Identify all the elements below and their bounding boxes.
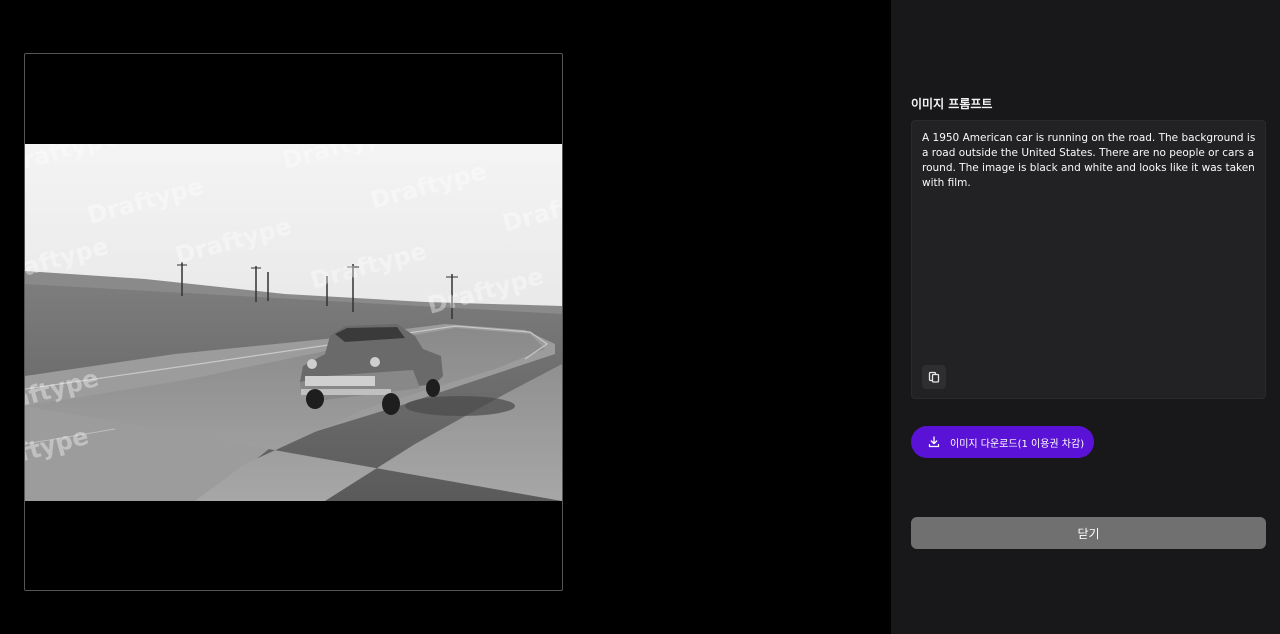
download-icon — [928, 433, 940, 452]
close-button[interactable]: 닫기 — [911, 517, 1266, 549]
generated-image: Draftype Draftype Draftype Draftype Draf… — [25, 144, 562, 501]
prompt-title: 이미지 프롬프트 — [911, 97, 993, 111]
prompt-box: A 1950 American car is running on the ro… — [911, 120, 1266, 399]
side-panel: 이미지 프롬프트 A 1950 American car is running … — [891, 0, 1280, 634]
copy-prompt-button[interactable] — [922, 365, 946, 389]
copy-icon — [928, 368, 940, 387]
download-button-label: 이미지 다운로드(1 이용권 차감) — [950, 438, 1085, 450]
image-preview-area: Draftype Draftype Draftype Draftype Draf… — [0, 0, 891, 634]
download-image-button[interactable]: 이미지 다운로드(1 이용권 차감) — [911, 426, 1094, 458]
image-frame: Draftype Draftype Draftype Draftype Draf… — [24, 53, 563, 591]
modal-viewer: Draftype Draftype Draftype Draftype Draf… — [0, 0, 1280, 634]
prompt-text: A 1950 American car is running on the ro… — [922, 132, 1256, 189]
